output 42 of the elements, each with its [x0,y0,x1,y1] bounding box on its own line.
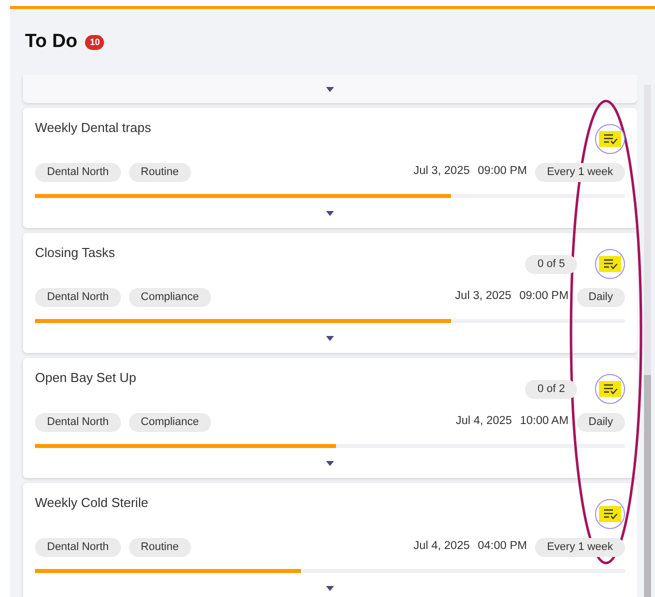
task-title: Weekly Cold Sterile [35,494,148,512]
count-badge: 10 [85,35,104,50]
checklist-button[interactable] [595,124,625,154]
checklist-button[interactable] [595,249,625,279]
tag: Dental North [35,162,121,182]
tag: Routine [128,162,191,182]
checklist-icon [599,506,621,522]
task-title: Closing Tasks [35,244,115,262]
due-date: Jul 3, 2025 [455,289,512,304]
due-time: 10:00 AM [520,414,569,430]
progress-counter: 0 of 5 [525,254,577,274]
checklist-icon [599,131,621,147]
task-title: Weekly Dental traps [35,119,152,137]
frequency-tag: Every 1 week [534,538,625,556]
scrollbar[interactable] [644,85,651,597]
caret-icon[interactable] [326,86,334,92]
frequency-tag: Daily [576,412,625,432]
page-title: To Do [25,30,78,54]
due-date: Jul 4, 2025 [456,414,512,430]
frequency-tag: Daily [576,288,625,306]
tag: Dental North [35,412,121,432]
checklist-button[interactable] [595,499,625,529]
tag: Dental North [35,288,121,306]
caret-icon[interactable] [326,586,334,590]
tag: Routine [128,538,191,556]
caret-icon[interactable] [326,336,334,340]
checklist-button[interactable] [595,374,625,404]
tag: Compliance [128,288,211,306]
caret-icon[interactable] [326,460,334,466]
caret-icon[interactable] [326,210,334,216]
progress-counter: 0 of 2 [525,380,577,398]
frequency-tag: Every 1 week [534,162,625,182]
due-time: 09:00 PM [519,289,569,304]
checklist-icon [599,381,621,397]
due-date: Jul 3, 2025 [413,164,470,180]
task-title: Open Bay Set Up [35,369,136,387]
tag: Dental North [35,538,121,556]
due-date: Jul 4, 2025 [413,539,470,554]
due-time: 04:00 PM [478,539,527,554]
checklist-icon [599,256,621,272]
tag: Compliance [128,412,211,432]
due-time: 09:00 PM [478,164,527,180]
